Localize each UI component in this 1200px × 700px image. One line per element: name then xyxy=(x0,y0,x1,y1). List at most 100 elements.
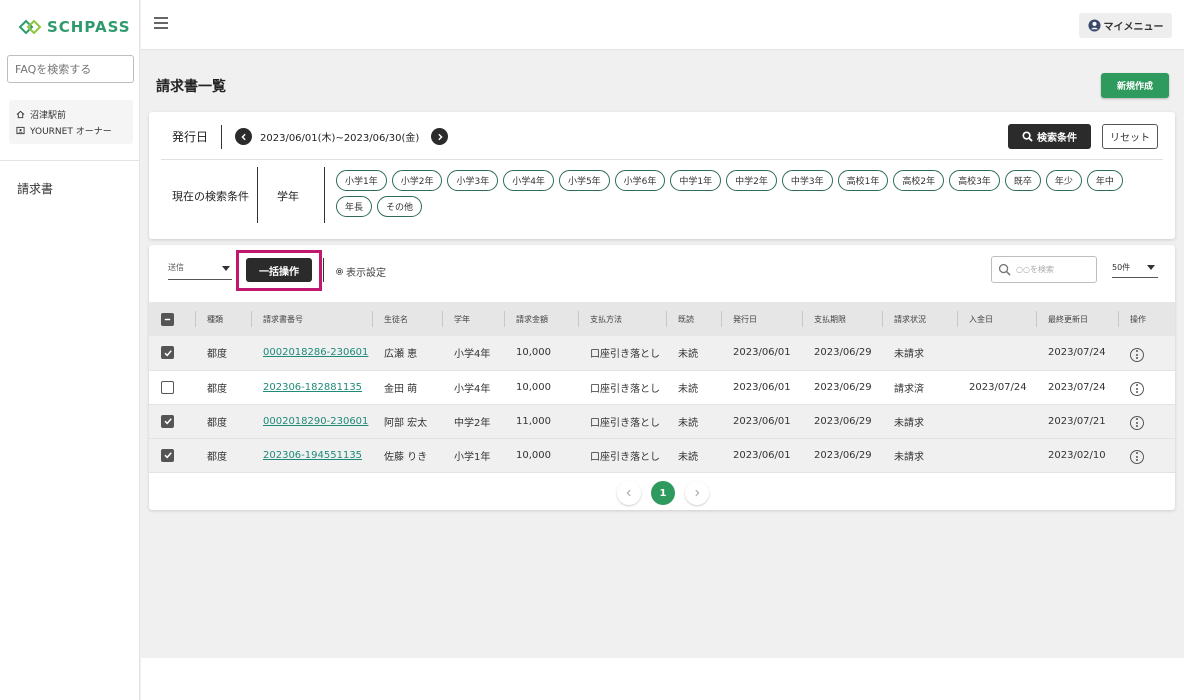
faq-search-input[interactable] xyxy=(7,55,134,83)
display-settings-label: 表示設定 xyxy=(346,268,386,279)
more-vertical-icon[interactable] xyxy=(1130,449,1144,464)
column-header[interactable]: 支払期限 xyxy=(802,302,882,336)
search-conditions-label: 検索条件 xyxy=(1037,133,1077,144)
more-vertical-icon[interactable] xyxy=(1130,415,1144,430)
row-actions[interactable] xyxy=(1118,370,1175,404)
next-page-button[interactable] xyxy=(685,481,709,505)
hamburger-menu-icon[interactable] xyxy=(154,17,168,29)
grade-chip[interactable]: 高校2年 xyxy=(893,170,945,191)
column-header[interactable]: 入金日 xyxy=(957,302,1036,336)
cell-type: 都度 xyxy=(207,451,227,463)
cell-amount: 10,000 xyxy=(516,449,551,461)
condition-divider xyxy=(257,167,258,223)
cell-issued: 2023/06/01 xyxy=(733,347,791,359)
reset-button[interactable]: リセット xyxy=(1102,124,1158,149)
cell-paid-date xyxy=(957,336,1036,370)
table-row[interactable]: 都度 0002018286-230601 広瀬 恵 小学4年 10,000 口座… xyxy=(149,336,1175,370)
grade-chip[interactable]: 年少 xyxy=(1045,170,1082,191)
cell-status: 未請求 xyxy=(894,417,924,429)
cell-updated: 2023/07/21 xyxy=(1048,415,1106,427)
grade-chip[interactable]: 小学6年 xyxy=(614,170,666,191)
cell-issued: 2023/06/01 xyxy=(733,415,791,427)
brand-logo[interactable]: SCHPASS xyxy=(18,18,131,36)
prev-month-button[interactable] xyxy=(235,128,252,145)
cell-grade: 小学4年 xyxy=(454,383,491,395)
column-header[interactable]: 支払方法 xyxy=(578,302,666,336)
row-checkbox[interactable] xyxy=(149,438,195,472)
right-gutter xyxy=(1184,0,1200,700)
cell-amount: 10,000 xyxy=(516,381,551,393)
chevron-right-icon xyxy=(695,489,700,497)
grade-chip[interactable]: 中学3年 xyxy=(781,170,833,191)
filter-divider xyxy=(161,159,1163,160)
select-all-checkbox[interactable] xyxy=(149,302,195,336)
grade-chip[interactable]: 小学5年 xyxy=(558,170,610,191)
cell-due: 2023/06/29 xyxy=(814,347,872,359)
grade-chip[interactable]: その他 xyxy=(377,196,423,217)
grade-chip[interactable]: 中学2年 xyxy=(726,170,777,191)
grade-chip[interactable]: 高校1年 xyxy=(837,170,889,191)
column-header[interactable]: 請求状況 xyxy=(882,302,957,336)
cell-payment: 口座引き落とし xyxy=(590,349,660,361)
sidebar: SCHPASS 沼津駅前 YOURNET オーナー 請求書 xyxy=(0,0,140,700)
grade-chip[interactable]: 小学3年 xyxy=(447,170,499,191)
column-header[interactable]: 種類 xyxy=(195,302,251,336)
row-checkbox[interactable] xyxy=(149,404,195,438)
invoice-number-link[interactable]: 202306-182881135 xyxy=(251,370,372,404)
search-conditions-button[interactable]: 検索条件 xyxy=(1008,124,1091,149)
grade-chip[interactable]: 既卒 xyxy=(1004,170,1041,191)
grade-chip[interactable]: 高校3年 xyxy=(949,170,1000,191)
invoice-number-link[interactable]: 0002018286-230601 xyxy=(251,336,372,370)
column-header[interactable]: 請求金額 xyxy=(504,302,578,336)
send-type-select[interactable]: 送信 xyxy=(168,262,232,280)
column-header[interactable]: 既読 xyxy=(666,302,721,336)
column-header[interactable]: 請求書番号 xyxy=(251,302,372,336)
grade-chip[interactable]: 小学2年 xyxy=(391,170,443,191)
chevron-left-icon xyxy=(626,489,631,497)
row-actions[interactable] xyxy=(1118,438,1175,472)
per-page-select[interactable]: 50件 xyxy=(1112,262,1158,278)
display-settings-button[interactable]: 表示設定 xyxy=(335,264,386,279)
grade-chip[interactable]: 中学1年 xyxy=(670,170,722,191)
gear-icon xyxy=(335,267,344,276)
column-header[interactable]: 最終更新日 xyxy=(1036,302,1118,336)
prev-page-button[interactable] xyxy=(617,481,641,505)
column-header[interactable]: 発行日 xyxy=(721,302,802,336)
sidebar-divider xyxy=(0,160,140,161)
current-page-button[interactable]: 1 xyxy=(651,481,675,505)
my-menu-button[interactable]: マイメニュー xyxy=(1079,13,1172,38)
invoice-table-panel: 送信 一括操作 表示設定 ○○を検索 50件 種類 請求書番号 生徒名 学年 請… xyxy=(149,245,1175,510)
invoice-number-link[interactable]: 202306-194551135 xyxy=(251,438,372,472)
cell-payment: 口座引き落とし xyxy=(590,451,660,463)
chevron-left-icon xyxy=(240,133,246,140)
table-row[interactable]: 都度 0002018290-230601 阿部 宏太 中学2年 11,000 口… xyxy=(149,404,1175,438)
grade-chip[interactable]: 年長 xyxy=(336,196,373,217)
invoice-number-link[interactable]: 0002018290-230601 xyxy=(251,404,372,438)
column-header[interactable]: 生徒名 xyxy=(372,302,442,336)
grade-chip[interactable]: 年中 xyxy=(1086,170,1123,191)
sidebar-item-invoices[interactable]: 請求書 xyxy=(17,180,53,197)
table-row[interactable]: 都度 202306-182881135 金田 萌 小学4年 10,000 口座引… xyxy=(149,370,1175,404)
cell-updated: 2023/07/24 xyxy=(1048,347,1106,359)
row-actions[interactable] xyxy=(1118,404,1175,438)
invoice-table: 種類 請求書番号 生徒名 学年 請求金額 支払方法 既読 発行日 支払期限 請求… xyxy=(149,302,1175,473)
row-checkbox[interactable] xyxy=(149,370,195,404)
more-vertical-icon[interactable] xyxy=(1130,381,1144,396)
new-invoice-button[interactable]: 新規作成 xyxy=(1101,73,1169,98)
row-actions[interactable] xyxy=(1118,336,1175,370)
cell-updated: 2023/07/24 xyxy=(1048,381,1106,393)
grade-chip[interactable]: 小学1年 xyxy=(336,170,387,191)
dropdown-arrow-icon xyxy=(222,266,230,271)
search-icon xyxy=(1022,131,1033,142)
bulk-action-button[interactable]: 一括操作 xyxy=(246,258,312,282)
row-checkbox[interactable] xyxy=(149,336,195,370)
grade-chip[interactable]: 小学4年 xyxy=(503,170,554,191)
condition-key-grade: 学年 xyxy=(277,190,299,203)
cell-issued: 2023/06/01 xyxy=(733,449,791,461)
next-month-button[interactable] xyxy=(431,128,448,145)
column-header[interactable]: 学年 xyxy=(442,302,504,336)
cell-student: 佐藤 りき xyxy=(384,451,428,463)
table-row[interactable]: 都度 202306-194551135 佐藤 りき 小学1年 10,000 口座… xyxy=(149,438,1175,472)
table-search-input[interactable]: ○○を検索 xyxy=(991,256,1097,283)
more-vertical-icon[interactable] xyxy=(1130,347,1144,362)
